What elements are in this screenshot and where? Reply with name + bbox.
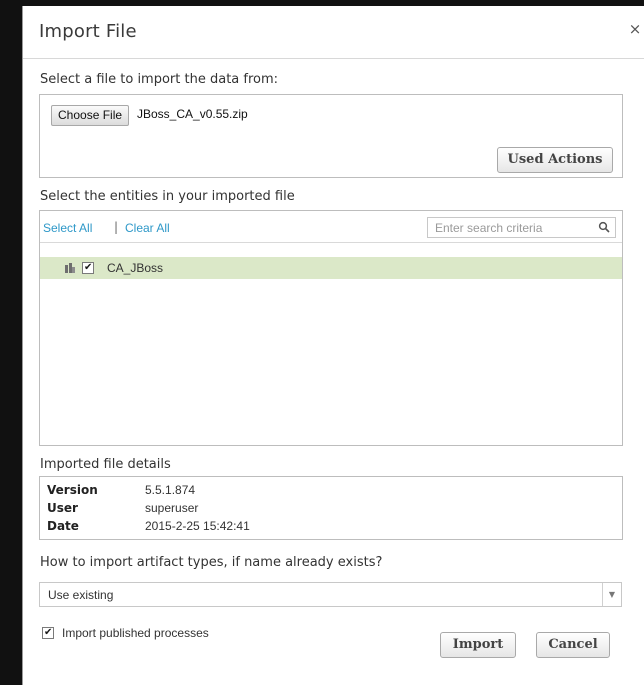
tree-item-ca-jboss[interactable]: ✔ CA_JBoss: [40, 257, 622, 279]
detail-key-user: User: [47, 501, 78, 515]
clear-all-link[interactable]: Clear All: [125, 221, 170, 235]
dialog-titlebar: Import File ×: [23, 6, 644, 59]
checkmark-icon: ✔: [84, 262, 93, 273]
tree-item-label: CA_JBoss: [107, 261, 164, 275]
dialog-title: Import File: [39, 21, 137, 42]
details-box: Version 5.5.1.874 User superuser Date 20…: [39, 476, 623, 540]
select-all-link[interactable]: Select All: [43, 221, 92, 235]
search-icon[interactable]: [598, 221, 610, 233]
selected-option: Use existing: [48, 588, 114, 602]
cancel-button[interactable]: Cancel: [536, 632, 610, 658]
entities-section-label: Select the entities in your imported fil…: [40, 189, 295, 204]
screen: Import File × Select a file to import th…: [0, 0, 644, 685]
used-actions-button[interactable]: Used Actions: [497, 147, 613, 173]
selected-file-name: JBoss_CA_v0.55.zip: [137, 107, 248, 121]
artifact-section-label: How to import artifact types, if name al…: [40, 555, 383, 570]
detail-value-date: 2015-2-25 15:42:41: [145, 519, 250, 533]
chevron-down-icon[interactable]: ▼: [602, 583, 621, 606]
close-icon[interactable]: ×: [627, 20, 643, 38]
toolbar-separator: |: [114, 220, 119, 234]
search-box[interactable]: Enter search criteria: [427, 217, 616, 238]
detail-value-version: 5.5.1.874: [145, 483, 196, 497]
import-file-dialog: Import File × Select a file to import th…: [22, 6, 644, 685]
artifact-mode-select[interactable]: Use existing ▼: [39, 582, 622, 607]
detail-key-date: Date: [47, 519, 79, 533]
detail-value-user: superuser: [145, 501, 199, 515]
import-button[interactable]: Import: [440, 632, 516, 658]
detail-key-version: Version: [47, 483, 98, 497]
file-section-label: Select a file to import the data from:: [40, 72, 279, 87]
folder-tree-icon: [65, 263, 75, 273]
import-published-checkbox[interactable]: ✔: [42, 627, 54, 639]
background-left-edge: [0, 0, 22, 685]
file-picker-box: Choose File JBoss_CA_v0.55.zip Used Acti…: [39, 94, 623, 178]
entities-toolbar: Select All | Clear All Enter search crit…: [40, 211, 622, 243]
search-input[interactable]: Enter search criteria: [435, 221, 542, 235]
choose-file-button[interactable]: Choose File: [51, 105, 130, 126]
checkmark-icon: ✔: [44, 627, 53, 638]
details-section-label: Imported file details: [40, 457, 171, 472]
import-published-label: Import published processes: [62, 626, 209, 640]
ca-jboss-checkbox[interactable]: ✔: [82, 262, 94, 274]
entities-panel: Select All | Clear All Enter search crit…: [39, 210, 623, 446]
